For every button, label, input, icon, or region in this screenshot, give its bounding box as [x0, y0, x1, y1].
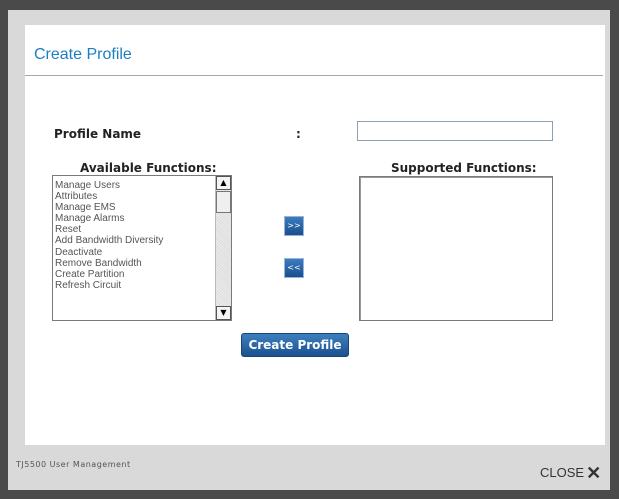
create-profile-panel: Create Profile Profile Name : Available …: [25, 25, 605, 445]
create-profile-button[interactable]: Create Profile: [241, 333, 349, 357]
title-divider: [25, 75, 603, 76]
modal-frame: Create Profile Profile Name : Available …: [8, 10, 610, 490]
profile-name-input[interactable]: [357, 121, 553, 141]
list-item[interactable]: Attributes: [55, 191, 215, 202]
close-button[interactable]: CLOSE ✕: [540, 463, 601, 484]
list-item[interactable]: Deactivate: [55, 247, 215, 258]
add-function-button[interactable]: >>: [284, 216, 304, 236]
available-functions-list[interactable]: Manage Users Attributes Manage EMS Manag…: [52, 175, 232, 321]
available-functions-label: Available Functions:: [80, 161, 217, 175]
scroll-down-icon[interactable]: ▼: [216, 306, 231, 320]
list-item[interactable]: Add Bandwidth Diversity: [55, 235, 215, 246]
list-item[interactable]: Create Partition: [55, 269, 215, 280]
list-item[interactable]: Reset: [55, 224, 215, 235]
list-item[interactable]: Remove Bandwidth: [55, 258, 215, 269]
list-item[interactable]: Manage Alarms: [55, 213, 215, 224]
scroll-up-icon[interactable]: ▲: [216, 176, 231, 190]
remove-function-button[interactable]: <<: [284, 258, 304, 278]
list-item[interactable]: Refresh Circuit: [55, 280, 215, 291]
list-scrollbar[interactable]: ▲ ▼: [215, 176, 231, 320]
footer-app-name: TJ5500 User Management: [16, 460, 131, 469]
scroll-thumb[interactable]: [216, 191, 231, 213]
dialog-title: Create Profile: [34, 46, 132, 63]
profile-name-separator: :: [296, 127, 301, 141]
close-icon[interactable]: ✕: [586, 463, 601, 483]
profile-name-label: Profile Name: [54, 127, 142, 141]
close-label[interactable]: CLOSE: [540, 465, 584, 480]
supported-functions-label: Supported Functions:: [391, 161, 537, 175]
list-item[interactable]: Manage Users: [55, 180, 215, 191]
list-item[interactable]: Manage EMS: [55, 202, 215, 213]
supported-functions-list[interactable]: [359, 176, 553, 321]
